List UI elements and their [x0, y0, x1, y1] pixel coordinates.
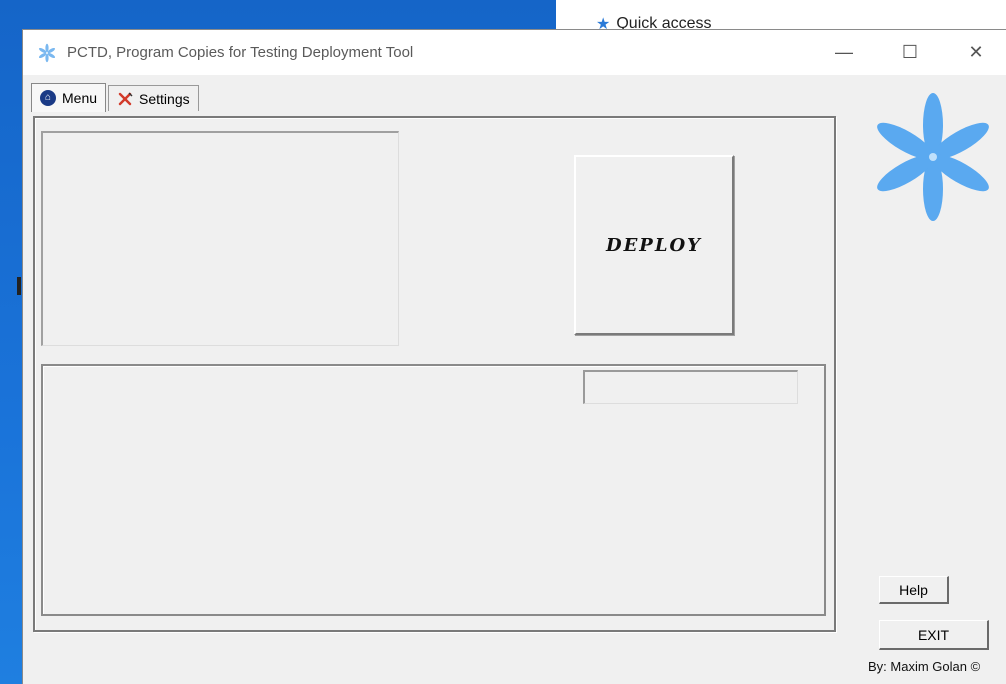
- tab-menu-label: Menu: [62, 90, 98, 106]
- tab-menu[interactable]: ⌂ Menu: [31, 83, 107, 112]
- title-bar[interactable]: PCTD, Program Copies for Testing Deploym…: [23, 30, 1006, 75]
- maximize-button[interactable]: ☐: [887, 30, 933, 75]
- menu-tab-page: DEPLOY: [33, 116, 836, 632]
- help-label: Help: [899, 581, 928, 598]
- tab-strip: ⌂ Menu Settings: [31, 83, 199, 113]
- background-window-edge: [17, 277, 21, 295]
- home-icon: ⌂: [40, 90, 56, 106]
- close-icon: ✕: [968, 42, 984, 62]
- deploy-label: DEPLOY: [605, 234, 703, 256]
- info-panel: [41, 131, 399, 346]
- maximize-icon: ☐: [901, 42, 919, 62]
- author-credit: By: Maxim Golan ©: [868, 659, 981, 674]
- window-title: PCTD, Program Copies for Testing Deploym…: [67, 44, 414, 61]
- minimize-icon: —: [835, 42, 853, 62]
- exit-button[interactable]: EXIT: [879, 620, 989, 650]
- tab-settings-label: Settings: [139, 90, 190, 107]
- tools-icon: [118, 92, 133, 105]
- exit-label: EXIT: [917, 626, 950, 643]
- asterisk-logo-icon: [877, 93, 989, 221]
- deploy-button[interactable]: DEPLOY: [574, 155, 734, 335]
- status-field: [583, 370, 798, 404]
- log-group-box: [41, 364, 826, 616]
- help-button[interactable]: Help: [879, 576, 949, 604]
- app-window: PCTD, Program Copies for Testing Deploym…: [22, 29, 1006, 684]
- close-button[interactable]: ✕: [953, 30, 999, 75]
- app-logo-icon: [38, 43, 56, 63]
- minimize-button[interactable]: —: [821, 30, 867, 75]
- tab-settings[interactable]: Settings: [108, 85, 199, 111]
